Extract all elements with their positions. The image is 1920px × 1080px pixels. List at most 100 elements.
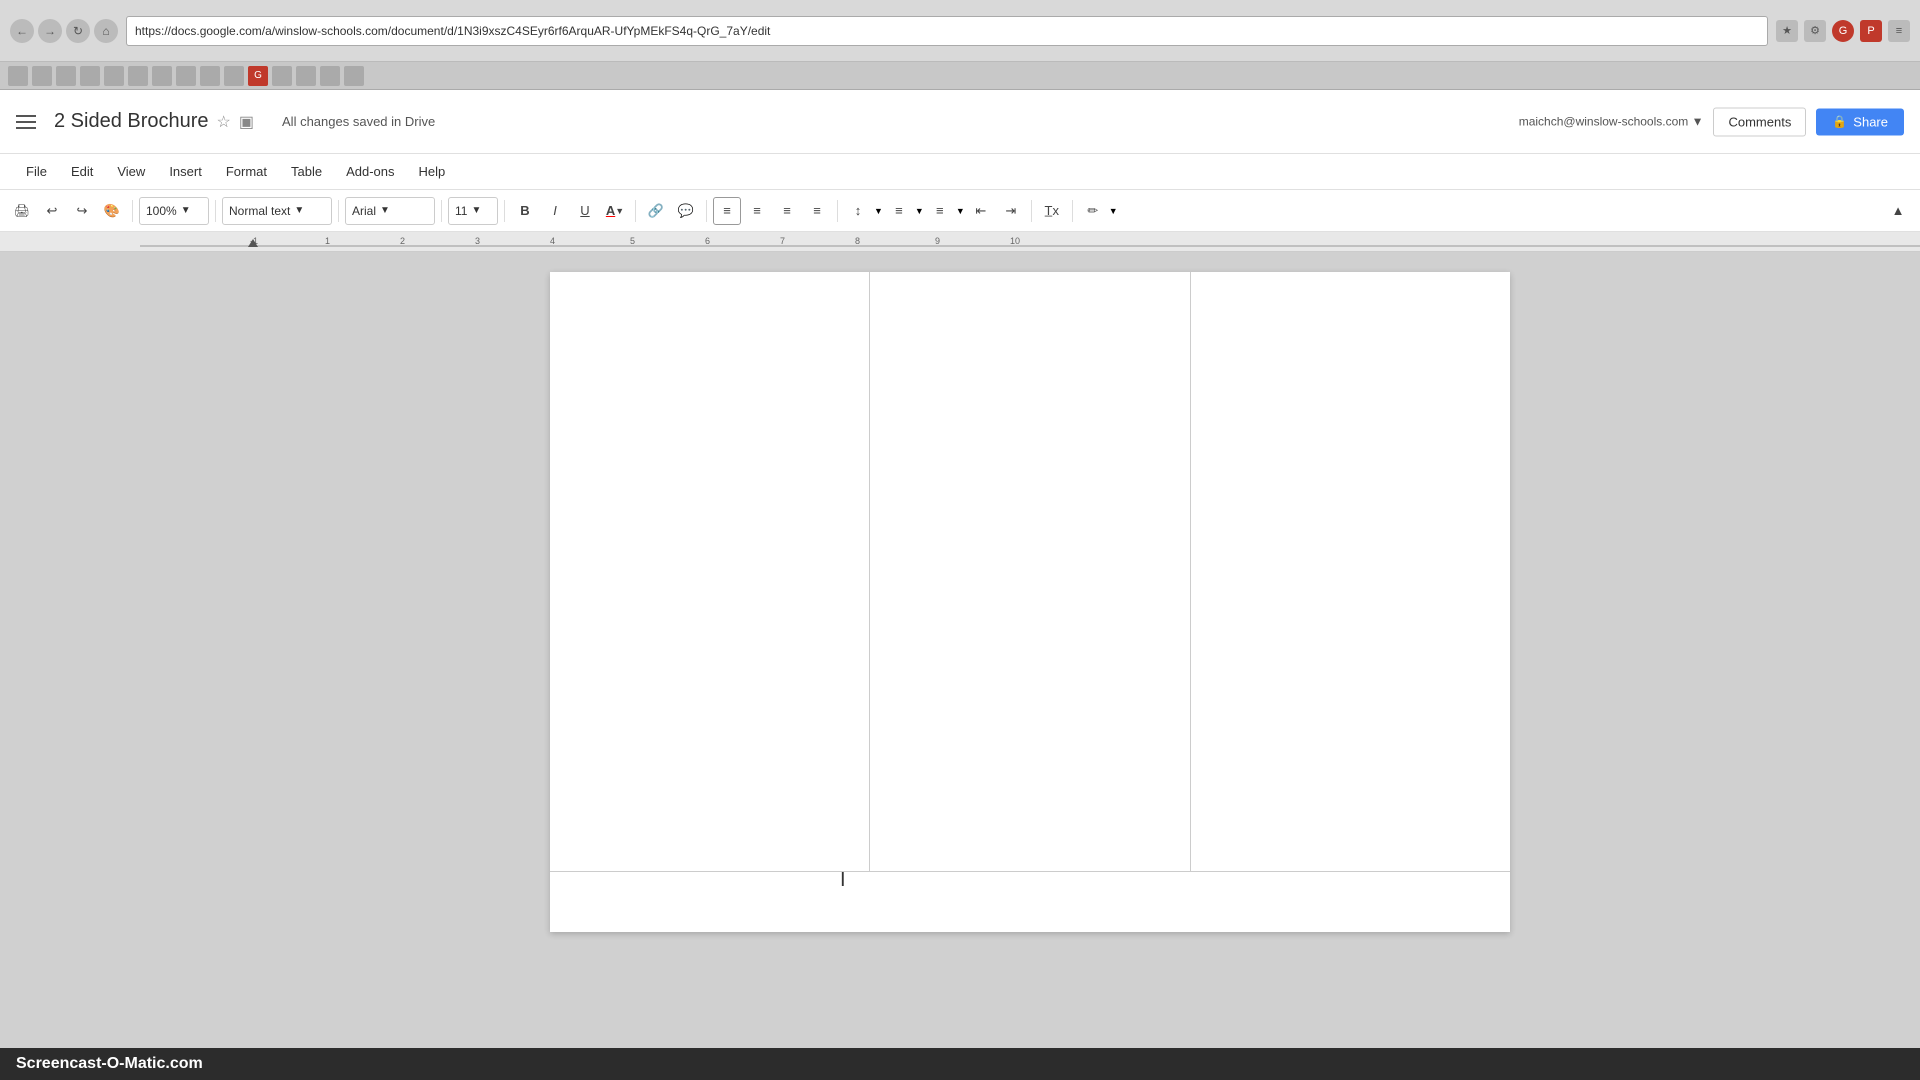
doc-column-3[interactable] xyxy=(1191,272,1510,872)
doc-title[interactable]: 2 Sided Brochure xyxy=(54,110,209,133)
menu-insert[interactable]: Insert xyxy=(159,160,212,183)
bookmark-icon[interactable]: ★ xyxy=(1776,20,1798,42)
svg-text:8: 8 xyxy=(855,236,860,246)
print-button[interactable]: 🖨 xyxy=(8,197,36,225)
document-page[interactable]: I xyxy=(550,272,1510,932)
separator-4 xyxy=(441,200,442,222)
clear-formatting-button[interactable]: T̲x xyxy=(1038,197,1066,225)
browser-bar: ← → ↻ ⌂ https://docs.google.com/a/winslo… xyxy=(0,0,1920,62)
docs-header: 2 Sided Brochure ☆ ▣ All changes saved i… xyxy=(0,90,1920,154)
menu-addons[interactable]: Add-ons xyxy=(336,160,404,183)
share-button[interactable]: 🔒 Share xyxy=(1816,108,1904,135)
sidebar-left xyxy=(0,252,140,1048)
address-bar[interactable]: https://docs.google.com/a/winslow-school… xyxy=(126,16,1768,46)
text-cursor: I xyxy=(840,869,846,892)
ext-icon-13[interactable] xyxy=(296,66,316,86)
home-button[interactable]: ⌂ xyxy=(94,19,118,43)
align-center-button[interactable]: ≡ xyxy=(743,197,771,225)
document-canvas[interactable]: I xyxy=(140,252,1920,1048)
ext-icon-9[interactable] xyxy=(200,66,220,86)
svg-text:9: 9 xyxy=(935,236,940,246)
hamburger-line-3 xyxy=(16,127,36,129)
ext-icon-5[interactable] xyxy=(104,66,124,86)
more-tools-button[interactable]: ✏ xyxy=(1079,197,1107,225)
ext-icon-14[interactable] xyxy=(320,66,340,86)
menu-table[interactable]: Table xyxy=(281,160,332,183)
style-value: Normal text xyxy=(229,204,290,218)
line-spacing-button[interactable]: ↕ xyxy=(844,197,872,225)
style-dropdown[interactable]: Normal text ▼ xyxy=(222,197,332,225)
star-icon[interactable]: ☆ xyxy=(217,112,231,132)
doc-column-2[interactable] xyxy=(870,272,1190,872)
save-status: All changes saved in Drive xyxy=(282,114,435,129)
doc-column-1[interactable] xyxy=(550,272,870,872)
ruler-svg: -1 1 2 3 4 5 6 7 8 9 10 xyxy=(140,232,1920,251)
svg-text:1: 1 xyxy=(325,236,330,246)
back-button[interactable]: ← xyxy=(10,19,34,43)
align-right-button[interactable]: ≡ xyxy=(773,197,801,225)
increase-indent-button[interactable]: ⇥ xyxy=(997,197,1025,225)
separator-8 xyxy=(837,200,838,222)
decrease-indent-button[interactable]: ⇤ xyxy=(967,197,995,225)
link-button[interactable]: 🔗 xyxy=(642,197,670,225)
ext-icon-2[interactable] xyxy=(32,66,52,86)
comments-button[interactable]: Comments xyxy=(1713,107,1806,136)
italic-button[interactable]: I xyxy=(541,197,569,225)
ext-icon-4[interactable] xyxy=(80,66,100,86)
forward-button[interactable]: → xyxy=(38,19,62,43)
text-color-button[interactable]: A ▼ xyxy=(601,197,629,225)
menu-view[interactable]: View xyxy=(107,160,155,183)
svg-text:2: 2 xyxy=(400,236,405,246)
size-dropdown[interactable]: 11 ▼ xyxy=(448,197,498,225)
menu-icon[interactable]: ≡ xyxy=(1888,20,1910,42)
ext-icon-11[interactable]: G xyxy=(248,66,268,86)
menu-edit[interactable]: Edit xyxy=(61,160,103,183)
numbered-list-button[interactable]: ≡ xyxy=(885,197,913,225)
separator-2 xyxy=(215,200,216,222)
collapse-toolbar-button[interactable]: ▲ xyxy=(1884,197,1912,225)
folder-icon[interactable]: ▣ xyxy=(239,112,254,132)
font-value: Arial xyxy=(352,204,376,218)
browser-icons: ★ ⚙ G P ≡ xyxy=(1776,20,1910,42)
zoom-dropdown[interactable]: 100% ▼ xyxy=(139,197,209,225)
profile-icon[interactable]: G xyxy=(1832,20,1854,42)
ext-icon-10[interactable] xyxy=(224,66,244,86)
line-spacing-arrow: ▼ xyxy=(874,206,883,216)
separator-9 xyxy=(1031,200,1032,222)
refresh-button[interactable]: ↻ xyxy=(66,19,90,43)
nav-buttons: ← → ↻ ⌂ xyxy=(10,19,118,43)
align-justify-button[interactable]: ≡ xyxy=(803,197,831,225)
ext-icon-15[interactable] xyxy=(344,66,364,86)
menu-format[interactable]: Format xyxy=(216,160,277,183)
underline-button[interactable]: U xyxy=(571,197,599,225)
ext-icon-1[interactable] xyxy=(8,66,28,86)
user-email[interactable]: maichch@winslow-schools.com ▼ xyxy=(1519,115,1704,129)
bottom-bar: Screencast-O-Matic.com xyxy=(0,1048,1920,1080)
align-left-button[interactable]: ≡ xyxy=(713,197,741,225)
comment-button[interactable]: 💬 xyxy=(672,197,700,225)
doc-bottom-line xyxy=(550,871,1510,872)
menu-file[interactable]: File xyxy=(16,160,57,183)
font-dropdown[interactable]: Arial ▼ xyxy=(345,197,435,225)
svg-text:5: 5 xyxy=(630,236,635,246)
extensions-icon[interactable]: ⚙ xyxy=(1804,20,1826,42)
menu-help[interactable]: Help xyxy=(409,160,456,183)
bulleted-list-button[interactable]: ≡ xyxy=(926,197,954,225)
bold-button[interactable]: B xyxy=(511,197,539,225)
ext-icon-3[interactable] xyxy=(56,66,76,86)
ext-icon-6[interactable] xyxy=(128,66,148,86)
paint-format-button[interactable]: 🎨 xyxy=(98,197,126,225)
redo-button[interactable]: ↪ xyxy=(68,197,96,225)
undo-button[interactable]: ↩ xyxy=(38,197,66,225)
svg-text:7: 7 xyxy=(780,236,785,246)
ext-icon-8[interactable] xyxy=(176,66,196,86)
ext-icon-7[interactable] xyxy=(152,66,172,86)
header-right: maichch@winslow-schools.com ▼ Comments 🔒… xyxy=(1519,107,1904,136)
lock-icon: 🔒 xyxy=(1832,115,1847,129)
hamburger-menu[interactable] xyxy=(16,108,44,136)
pinterest-icon[interactable]: P xyxy=(1860,20,1882,42)
svg-text:3: 3 xyxy=(475,236,480,246)
separator-7 xyxy=(706,200,707,222)
menu-bar: File Edit View Insert Format Table Add-o… xyxy=(0,154,1920,190)
ext-icon-12[interactable] xyxy=(272,66,292,86)
